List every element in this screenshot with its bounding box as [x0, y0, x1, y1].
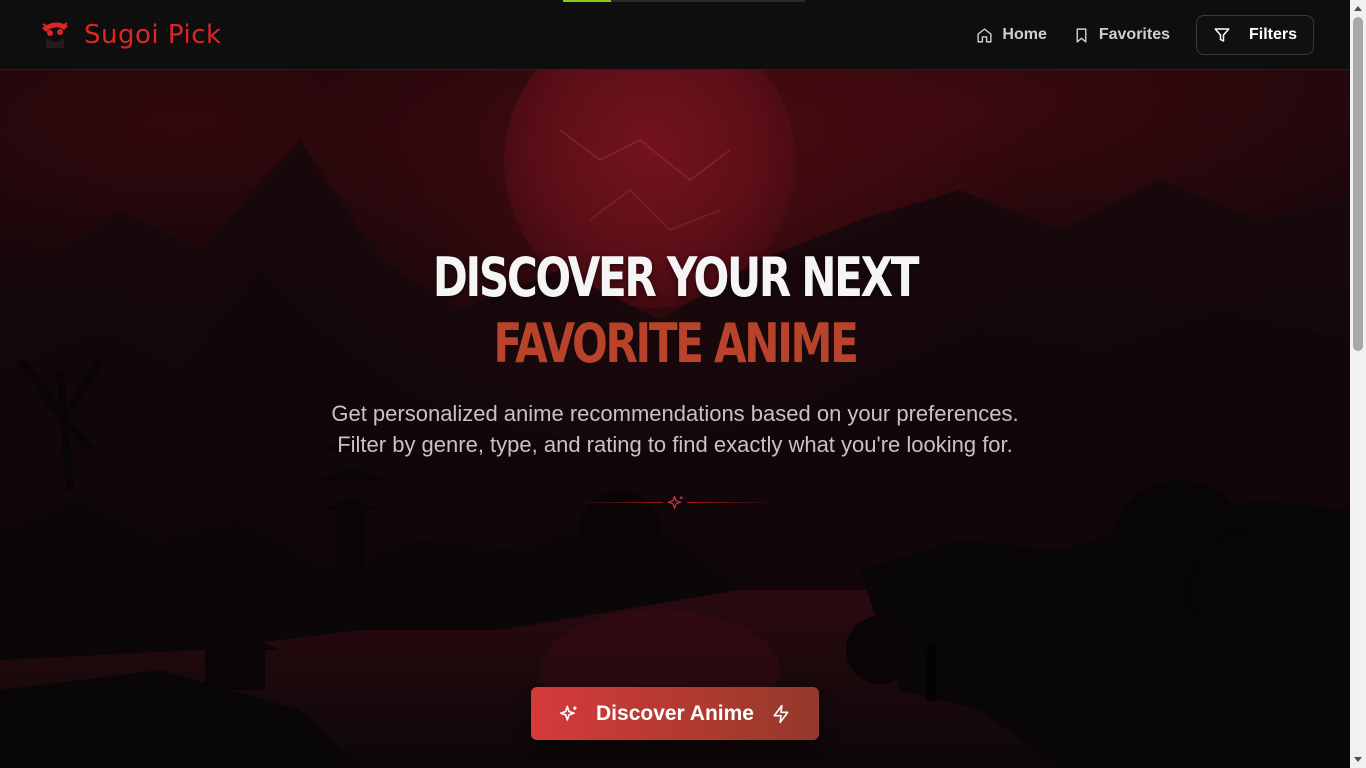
- brand-name: Sugoi Pick: [84, 20, 222, 50]
- nav-link-home[interactable]: Home: [976, 15, 1047, 55]
- page-scrollbar[interactable]: [1350, 0, 1366, 768]
- filter-icon: [1214, 28, 1230, 42]
- scroll-up-arrow-icon[interactable]: [1354, 6, 1362, 11]
- page: Sugoi Pick Home Favorites Filters DISCOV…: [0, 0, 1366, 768]
- main-nav: Home Favorites Filters: [976, 15, 1314, 55]
- sparkle-icon: [667, 495, 683, 509]
- bookmark-icon: [1076, 27, 1087, 43]
- hero-title-line-1: DISCOVER YOUR NEXT: [432, 246, 920, 309]
- page-loading-bar-fill: [563, 0, 612, 2]
- lightning-icon: [773, 704, 789, 723]
- nav-link-home-label: Home: [1002, 26, 1047, 43]
- hero-divider: [575, 494, 775, 512]
- brand-link[interactable]: Sugoi Pick: [38, 18, 222, 52]
- scrollbar-thumb[interactable]: [1353, 17, 1363, 351]
- page-loading-bar: [563, 0, 805, 2]
- filters-button-label: Filters: [1248, 26, 1297, 43]
- discover-anime-button-label: Discover Anime: [596, 701, 754, 725]
- hero-subtitle-line-1: Get personalized anime recommendations b…: [331, 401, 1019, 426]
- filters-button[interactable]: Filters: [1195, 15, 1314, 55]
- home-icon: [977, 27, 992, 43]
- hero-section: DISCOVER YOUR NEXT FAVORITE ANIME Get pe…: [0, 70, 1350, 768]
- divider-line-right: [687, 502, 775, 503]
- scroll-down-arrow-icon[interactable]: [1354, 757, 1362, 762]
- nav-link-favorites-label: Favorites: [1098, 26, 1170, 43]
- hero-title-line-2: FAVORITE ANIME: [493, 312, 858, 375]
- top-navbar: Sugoi Pick Home Favorites Filters: [0, 0, 1350, 70]
- discover-anime-button[interactable]: Discover Anime: [531, 687, 819, 740]
- brand-logo-icon: [42, 22, 68, 48]
- hero-subtitle: Get personalized anime recommendations b…: [0, 398, 1350, 460]
- nav-link-favorites[interactable]: Favorites: [1073, 15, 1170, 55]
- hero-subtitle-line-2: Filter by genre, type, and rating to fin…: [337, 432, 1013, 457]
- divider-line-left: [575, 502, 663, 503]
- sparkles-icon: [559, 705, 577, 721]
